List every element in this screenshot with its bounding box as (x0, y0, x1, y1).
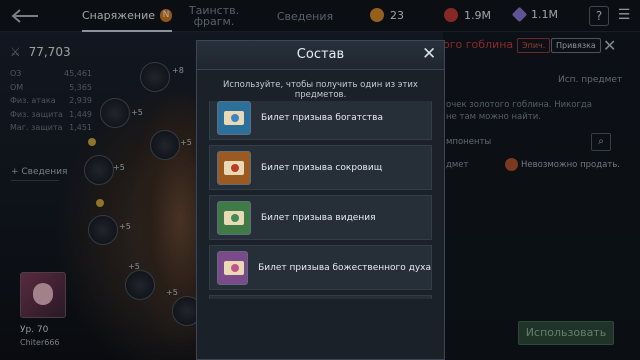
list-item[interactable] (209, 295, 432, 299)
item-name: Билет призыва видения (261, 212, 376, 223)
list-item[interactable]: Билет призыва сокровищ (209, 145, 432, 190)
item-name: Билет призыва сокровищ (261, 162, 383, 173)
dialog-header: Состав ✕ (197, 41, 444, 70)
item-name: Билет призыва богатства (261, 112, 383, 123)
vision-ticket-icon (217, 200, 251, 235)
composition-dialog: Состав ✕ Используйте, чтобы получить оди… (196, 40, 445, 360)
wealth-ticket-icon (217, 101, 251, 135)
treasure-ticket-icon (217, 150, 251, 185)
divine-spirit-ticket-icon (217, 250, 249, 285)
item-name: Билет призыва божественного духа (258, 262, 431, 273)
dialog-subtitle: Используйте, чтобы получить один из этих… (223, 80, 418, 100)
reward-list[interactable]: Билет призыва богатства Билет призыва со… (209, 101, 432, 299)
list-item[interactable]: Билет призыва богатства (209, 101, 432, 140)
list-item[interactable]: Билет призыва видения (209, 195, 432, 240)
dialog-title: Состав (296, 47, 345, 62)
list-item[interactable]: Билет призыва божественного духа (209, 245, 432, 290)
close-icon[interactable]: ✕ (422, 44, 436, 64)
